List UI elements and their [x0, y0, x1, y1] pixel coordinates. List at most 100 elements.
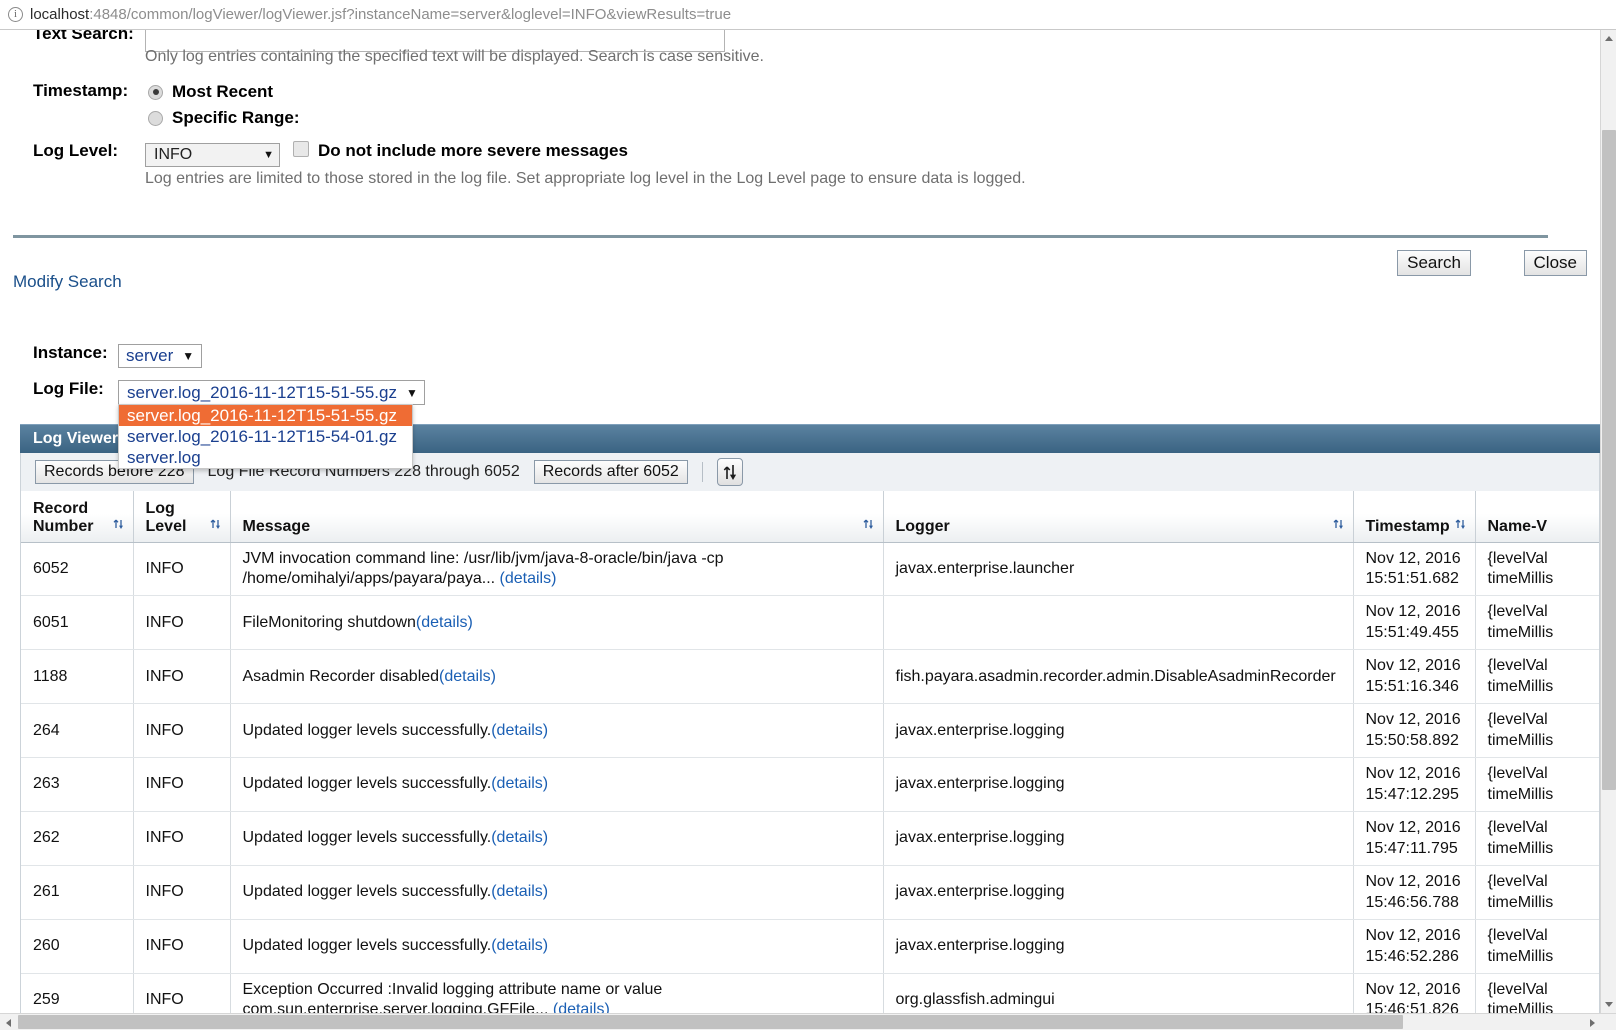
column-label: Timestamp — [1366, 518, 1450, 536]
log-file-option[interactable]: server.log_2016-11-12T15-51-55.gz — [119, 405, 412, 426]
radio-specific-range-icon[interactable] — [148, 111, 163, 126]
cell-logger: fish.payara.asadmin.recorder.admin.Disab… — [883, 650, 1353, 704]
sort-icon[interactable] — [1332, 518, 1345, 536]
horizontal-scrollbar[interactable] — [0, 1013, 1616, 1030]
details-link[interactable]: (details) — [491, 829, 548, 846]
sort-icon[interactable] — [862, 518, 875, 536]
search-button[interactable]: Search — [1397, 250, 1471, 276]
sort-icon[interactable] — [1454, 518, 1467, 536]
cell-message: JVM invocation command line: /usr/lib/jv… — [230, 542, 883, 596]
message-text: JVM invocation command line: /usr/lib/jv… — [243, 550, 724, 587]
cell-log-level: INFO — [133, 866, 230, 920]
cell-timestamp: Nov 12, 201615:46:56.788 — [1353, 866, 1475, 920]
severe-messages-label: Do not include more severe messages — [318, 141, 628, 161]
column-header-name-value[interactable]: Name-V — [1475, 491, 1600, 542]
timestamp-date: Nov 12, 2016 — [1366, 710, 1466, 730]
cell-log-level: INFO — [133, 812, 230, 866]
info-icon: i — [8, 7, 23, 22]
chevron-down-icon: ▼ — [406, 386, 418, 400]
column-label: Record Number — [33, 500, 108, 536]
chevron-down-icon: ▼ — [182, 349, 194, 363]
cell-timestamp: Nov 12, 201615:46:51.826 — [1353, 974, 1475, 1017]
toolbar-separator — [702, 462, 703, 482]
column-header-record-number[interactable]: Record Number — [21, 491, 133, 542]
close-button[interactable]: Close — [1524, 250, 1587, 276]
scroll-right-arrow-icon[interactable] — [1584, 1014, 1600, 1031]
cell-name-value: {levelValtimeMillis — [1475, 974, 1600, 1017]
log-file-dropdown-menu[interactable]: server.log_2016-11-12T15-51-55.gz server… — [118, 404, 413, 469]
details-link[interactable]: (details) — [491, 883, 548, 900]
column-header-message[interactable]: Message — [230, 491, 883, 542]
column-header-timestamp[interactable]: Timestamp — [1353, 491, 1475, 542]
scroll-up-arrow-icon[interactable] — [1601, 30, 1616, 47]
radio-most-recent-label: Most Recent — [172, 82, 273, 102]
name-value-line-2: timeMillis — [1488, 893, 1601, 913]
details-link[interactable]: (details) — [439, 668, 496, 685]
cell-logger: javax.enterprise.logging — [883, 866, 1353, 920]
details-link[interactable]: (details) — [491, 937, 548, 954]
cell-name-value: {levelValtimeMillis — [1475, 704, 1600, 758]
column-header-logger[interactable]: Logger — [883, 491, 1353, 542]
sort-updown-glyph — [722, 463, 738, 481]
cell-name-value: {levelValtimeMillis — [1475, 812, 1600, 866]
log-file-option[interactable]: server.log_2016-11-12T15-54-01.gz — [119, 426, 412, 447]
radio-most-recent-icon[interactable] — [148, 85, 163, 100]
scroll-left-arrow-icon[interactable] — [0, 1014, 16, 1031]
cell-name-value: {levelValtimeMillis — [1475, 758, 1600, 812]
chevron-down-icon: ▼ — [263, 149, 274, 161]
log-file-option[interactable]: server.log — [119, 447, 412, 468]
text-search-label: Text Search: — [33, 30, 134, 44]
vertical-scrollbar[interactable] — [1600, 30, 1616, 1013]
message-text: Updated logger levels successfully. — [243, 775, 492, 792]
name-value-line-1: {levelVal — [1488, 818, 1601, 838]
cell-message: Asadmin Recorder disabled(details) — [230, 650, 883, 704]
column-label: Logger — [896, 518, 950, 536]
cell-timestamp: Nov 12, 201615:46:52.286 — [1353, 920, 1475, 974]
message-text: Updated logger levels successfully. — [243, 883, 492, 900]
details-link[interactable]: (details) — [491, 722, 548, 739]
log-table-body: 6052INFOJVM invocation command line: /us… — [21, 542, 1600, 1016]
cell-name-value: {levelValtimeMillis — [1475, 542, 1600, 596]
log-level-select[interactable]: INFO ▼ — [145, 143, 280, 167]
cell-name-value: {levelValtimeMillis — [1475, 650, 1600, 704]
cell-timestamp: Nov 12, 201615:51:51.682 — [1353, 542, 1475, 596]
name-value-line-1: {levelVal — [1488, 980, 1601, 1000]
name-value-line-1: {levelVal — [1488, 549, 1601, 569]
table-row: 264INFOUpdated logger levels successfull… — [21, 704, 1600, 758]
timestamp-time: 15:46:56.788 — [1366, 893, 1466, 913]
details-link[interactable]: (details) — [500, 570, 557, 587]
cell-record-number: 262 — [21, 812, 133, 866]
table-row: 259INFOException Occurred :Invalid loggi… — [21, 974, 1600, 1017]
sort-updown-icon[interactable] — [717, 458, 743, 486]
cell-timestamp: Nov 12, 201615:51:49.455 — [1353, 596, 1475, 650]
radio-specific-range[interactable]: Specific Range: — [148, 108, 300, 128]
name-value-line-2: timeMillis — [1488, 569, 1601, 589]
vertical-scrollbar-thumb[interactable] — [1602, 130, 1616, 790]
url-host: localhost — [30, 6, 89, 23]
log-level-label: Log Level: — [33, 141, 118, 161]
modify-search-link[interactable]: Modify Search — [13, 272, 122, 292]
timestamp-date: Nov 12, 2016 — [1366, 818, 1466, 838]
instance-select[interactable]: server ▼ — [118, 344, 202, 368]
timestamp-date: Nov 12, 2016 — [1366, 980, 1466, 1000]
log-table-container: Record Number Log Level — [20, 491, 1600, 1016]
horizontal-scrollbar-thumb[interactable] — [18, 1015, 1403, 1029]
cell-logger: javax.enterprise.logging — [883, 812, 1353, 866]
details-link[interactable]: (details) — [491, 775, 548, 792]
severe-messages-checkbox[interactable] — [293, 141, 309, 157]
scroll-down-arrow-icon[interactable] — [1601, 996, 1616, 1013]
section-divider — [13, 235, 1548, 238]
log-file-select[interactable]: server.log_2016-11-12T15-51-55.gz ▼ — [118, 380, 425, 405]
radio-most-recent[interactable]: Most Recent — [148, 82, 273, 102]
sort-icon[interactable] — [209, 518, 222, 536]
browser-address-bar[interactable]: i localhost :4848/common/logViewer/logVi… — [0, 0, 1616, 30]
cell-message: Updated logger levels successfully.(deta… — [230, 920, 883, 974]
column-header-log-level[interactable]: Log Level — [133, 491, 230, 542]
log-records-table: Record Number Log Level — [21, 491, 1600, 1016]
records-after-button[interactable]: Records after 6052 — [534, 460, 688, 484]
details-link[interactable]: (details) — [416, 614, 473, 631]
cell-name-value: {levelValtimeMillis — [1475, 866, 1600, 920]
log-file-value: server.log_2016-11-12T15-51-55.gz — [127, 383, 397, 403]
sort-icon[interactable] — [112, 518, 125, 536]
timestamp-time: 15:51:16.346 — [1366, 677, 1466, 697]
